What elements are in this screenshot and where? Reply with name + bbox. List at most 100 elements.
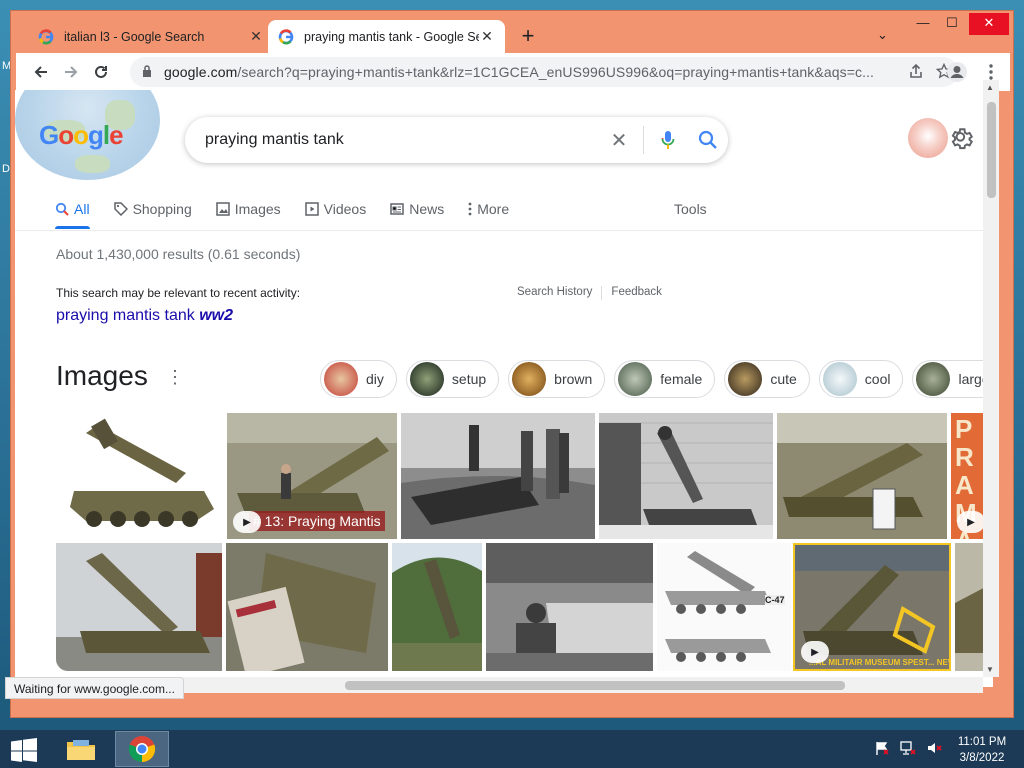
tank-drawing-image (657, 543, 791, 671)
close-window-button[interactable]: ✕ (969, 13, 1009, 35)
desktop-edge-text: D (2, 163, 10, 175)
network-icon[interactable] (900, 740, 916, 759)
chip-large[interactable]: large (912, 360, 993, 398)
chip-cool[interactable]: cool (818, 360, 904, 398)
tab-all[interactable]: All (43, 198, 102, 229)
search-submit-icon[interactable] (688, 130, 728, 150)
browser-toolbar: google.com/search?q=praying+mantis+tank&… (16, 53, 1010, 91)
images-more-icon[interactable]: ⋮ (166, 368, 184, 386)
more-vert-icon (468, 202, 472, 216)
settings-gear-icon[interactable] (949, 126, 975, 152)
tab-title: italian l3 - Google Search (64, 29, 205, 44)
share-icon[interactable] (902, 63, 930, 82)
tab-more[interactable]: More (456, 198, 521, 229)
chip-diy[interactable]: diy (320, 360, 397, 398)
chip-label: setup (451, 371, 487, 387)
url-host: google.com (164, 64, 238, 80)
soldiers-photo-image (486, 543, 653, 671)
forward-arrow-icon[interactable] (56, 57, 86, 87)
windows-start-icon[interactable] (10, 738, 38, 762)
file-explorer-icon[interactable] (54, 731, 108, 767)
image-result[interactable] (392, 543, 482, 671)
scrollbar-thumb[interactable] (345, 681, 845, 690)
image-result[interactable]: C-47 (657, 543, 791, 671)
tab-praying-mantis[interactable]: praying mantis tank - Google Sea ✕ (268, 20, 505, 53)
tank-outdoor-image (56, 543, 222, 671)
action-center-flag-icon[interactable] (874, 740, 890, 759)
historic-photo-image (401, 413, 595, 539)
tools-button[interactable]: Tools (674, 201, 707, 217)
image-result[interactable] (486, 543, 653, 671)
clear-search-icon[interactable]: ✕ (599, 128, 639, 153)
chip-thumbnail (512, 362, 547, 396)
chrome-taskbar-icon[interactable] (115, 731, 169, 767)
search-results-page: Google praying mantis tank ✕ All Shoppin… (15, 90, 993, 687)
clock-date: 3/8/2022 (959, 752, 1005, 764)
play-icon (304, 202, 319, 216)
scroll-down-arrow-icon[interactable]: ▼ (986, 665, 994, 674)
taskbar-clock[interactable]: 11:01 PM 3/8/2022 (950, 734, 1014, 766)
tank-interior-image (226, 543, 388, 671)
chip-female[interactable]: female (614, 360, 716, 398)
tab-italian-l3[interactable]: italian l3 - Google Search ✕ (28, 20, 274, 53)
feedback-link[interactable]: Feedback (611, 286, 662, 300)
tab-news[interactable]: News (378, 198, 456, 229)
google-doodle-logo[interactable]: Google (15, 90, 160, 180)
vertical-scrollbar[interactable]: ▲ ▼ (983, 80, 999, 677)
search-input[interactable]: praying mantis tank (205, 131, 599, 149)
image-result[interactable]: # 13: Praying Mantis ▶ (227, 413, 397, 539)
image-result[interactable] (777, 413, 947, 539)
voice-search-mic-icon[interactable] (648, 130, 688, 150)
volume-muted-icon[interactable] (926, 740, 942, 759)
scroll-up-arrow-icon[interactable]: ▲ (986, 83, 994, 92)
recent-activity-links: Search History Feedback (517, 286, 662, 300)
search-history-link[interactable]: Search History (517, 286, 592, 300)
new-tab-button[interactable]: + (517, 25, 539, 47)
maximize-button[interactable]: ☐ (937, 13, 967, 35)
image-result[interactable] (56, 543, 222, 671)
chip-label: cute (770, 371, 797, 387)
tab-label: More (477, 201, 510, 217)
system-tray (874, 740, 942, 759)
back-arrow-icon[interactable] (26, 57, 56, 87)
museum-tank-image (777, 413, 947, 539)
chip-thumbnail (324, 362, 358, 396)
image-result[interactable] (599, 413, 773, 539)
tab-search-chevron-icon[interactable]: ⌄ (877, 27, 888, 43)
account-avatar[interactable] (908, 118, 948, 158)
lock-icon (142, 64, 156, 80)
tab-label: All (74, 201, 90, 217)
tab-label: News (409, 201, 445, 217)
doodle-logo-text: Google (39, 120, 124, 150)
tab-videos[interactable]: Videos (293, 198, 379, 229)
tab-images[interactable]: Images (204, 198, 293, 229)
tag-icon (113, 202, 128, 216)
image-icon (215, 202, 230, 216)
tab-shopping[interactable]: Shopping (102, 198, 204, 229)
image-result[interactable] (401, 413, 595, 539)
news-icon (390, 203, 404, 215)
search-box[interactable]: praying mantis tank ✕ (185, 117, 728, 163)
chip-brown[interactable]: brown (508, 360, 606, 398)
chip-label: diy (366, 371, 384, 387)
chip-thumbnail (409, 362, 444, 396)
image-result[interactable]: ...AL MILITAIR MUSEUM SPEST... NEW M... … (793, 543, 951, 671)
related-query-bold: ww2 (199, 307, 233, 324)
reload-icon[interactable] (86, 57, 116, 87)
chip-thumbnail (916, 362, 951, 396)
chip-cute[interactable]: cute (724, 360, 810, 398)
chip-setup[interactable]: setup (405, 360, 500, 398)
tab-close-icon[interactable]: ✕ (479, 28, 495, 45)
link-divider (601, 286, 603, 300)
tank-thumbnail-image (56, 413, 223, 539)
video-play-icon: ▶ (801, 641, 829, 663)
related-query-link[interactable]: praying mantis tank ww2 (56, 307, 233, 325)
address-bar[interactable]: google.com/search?q=praying+mantis+tank&… (130, 57, 958, 87)
image-result[interactable] (226, 543, 388, 671)
minimize-button[interactable]: — (908, 13, 938, 35)
scrollbar-thumb[interactable] (987, 102, 996, 198)
profile-icon[interactable] (942, 57, 972, 87)
image-result[interactable] (56, 413, 223, 539)
tab-close-icon[interactable]: ✕ (248, 28, 264, 45)
image-refine-chips: diy setup brown female cute cool large (320, 360, 993, 398)
